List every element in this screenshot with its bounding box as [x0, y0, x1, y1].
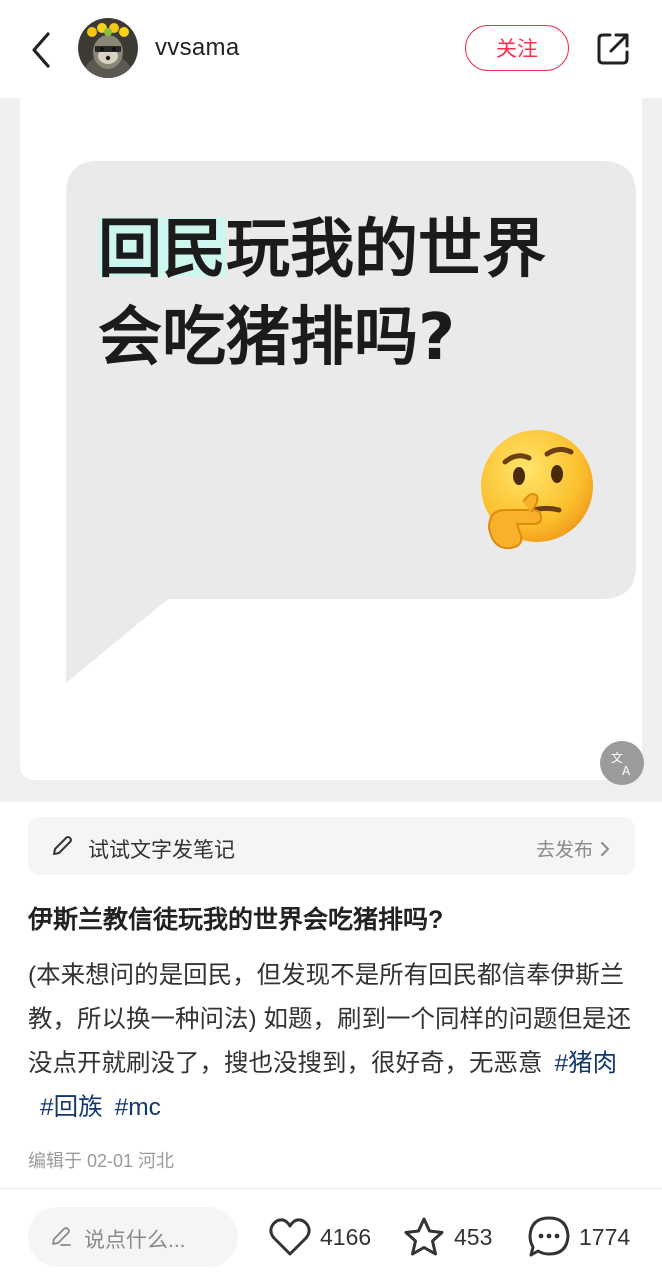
chevron-right-icon: [601, 841, 609, 856]
pen-icon: [52, 1227, 71, 1246]
comment-placeholder: 说点什么...: [84, 1229, 186, 1252]
heart-icon: [269, 1218, 311, 1256]
pencil-icon: [53, 836, 72, 855]
try-text-note-label: 试试文字发笔记: [88, 839, 235, 862]
svg-text:A: A: [622, 764, 631, 777]
image-text-line1: 玩我的世界: [226, 213, 546, 287]
collect-count: 453: [454, 1223, 493, 1250]
comment-bubble-icon: [528, 1216, 570, 1257]
comment-button[interactable]: 1774: [527, 1213, 630, 1261]
image-text-line2: 会吃猪排吗?: [98, 301, 456, 375]
post-title: 伊斯兰教信徒玩我的世界会吃猪排吗?: [28, 906, 444, 934]
share-icon[interactable]: [594, 30, 632, 68]
go-publish-link[interactable]: 去发布: [536, 835, 611, 862]
avatar[interactable]: [78, 18, 138, 78]
post-body-text: (本来想问的是回民，但发现不是所有回民都信奉伊斯兰教，所以换一种问法) 如题，刷…: [28, 962, 631, 1077]
svg-text:文: 文: [611, 750, 623, 765]
hashtag-link[interactable]: #回族: [40, 1094, 103, 1121]
top-header: vvsama 关注: [0, 0, 662, 98]
image-text-highlight: 回民: [98, 213, 226, 287]
try-text-note-bar[interactable]: 试试文字发笔记 去发布: [28, 817, 635, 875]
hashtag-link[interactable]: #猪肉: [555, 1050, 618, 1077]
star-icon: [404, 1217, 444, 1256]
back-icon[interactable]: [22, 28, 62, 72]
post-meta: 编辑于 02-01 河北: [28, 1151, 175, 1171]
post-image-area[interactable]: 回民玩我的世界 会吃猪排吗? 文 A: [0, 98, 662, 802]
like-button[interactable]: 4166: [268, 1213, 371, 1261]
post-image[interactable]: 回民玩我的世界 会吃猪排吗?: [20, 98, 642, 780]
go-publish-label: 去发布: [535, 840, 593, 861]
username[interactable]: vvsama: [155, 34, 240, 62]
divider: [0, 1188, 662, 1189]
like-count: 4166: [320, 1223, 372, 1250]
hashtag-link[interactable]: #mc: [115, 1094, 161, 1121]
follow-button[interactable]: 关注: [465, 25, 569, 71]
image-text: 回民玩我的世界 会吃猪排吗?: [98, 206, 618, 382]
post-body: (本来想问的是回民，但发现不是所有回民都信奉伊斯兰教，所以换一种问法) 如题，刷…: [28, 954, 638, 1130]
collect-button[interactable]: 453: [402, 1213, 492, 1261]
thinking-face-icon: [481, 430, 593, 550]
translate-icon[interactable]: 文 A: [600, 741, 644, 785]
comment-input[interactable]: 说点什么...: [28, 1207, 238, 1267]
comment-count: 1774: [579, 1223, 631, 1250]
